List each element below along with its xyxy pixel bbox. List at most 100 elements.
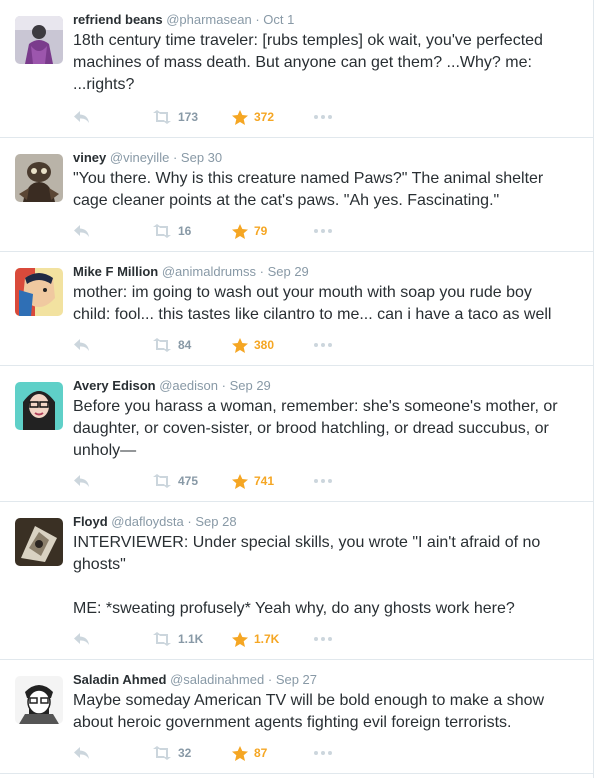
tweet[interactable]: Mike F Million @animaldrumss · Sep 29 mo…	[0, 252, 593, 366]
tweet-header: Saladin Ahmed @saladinahmed · Sep 27	[73, 671, 573, 689]
tweet[interactable]: Saladin Ahmed @saladinahmed · Sep 27 May…	[0, 660, 593, 774]
favorite-count: 372	[254, 110, 275, 124]
timestamp[interactable]: Sep 27	[276, 672, 317, 687]
fullname[interactable]: Saladin Ahmed	[73, 672, 166, 687]
reply-icon	[74, 225, 89, 237]
tweet-header: viney @vineyille · Sep 30	[73, 149, 573, 167]
avatar[interactable]	[15, 382, 63, 430]
avatar[interactable]	[15, 676, 63, 724]
timestamp[interactable]: Sep 29	[230, 378, 271, 393]
tweet-header: Mike F Million @animaldrumss · Sep 29	[73, 263, 573, 281]
retweet-icon	[153, 224, 171, 238]
favorite-button[interactable]: 79	[232, 223, 268, 239]
more-icon	[314, 343, 332, 347]
star-icon	[232, 223, 248, 239]
favorite-count: 1.7K	[254, 632, 280, 646]
tweet[interactable]: refriend beans @pharmasean · Oct 1 18th …	[0, 0, 593, 138]
fullname[interactable]: Mike F Million	[73, 264, 158, 279]
timeline: refriend beans @pharmasean · Oct 1 18th …	[0, 0, 594, 778]
reply-icon	[74, 111, 89, 123]
reply-button[interactable]	[73, 223, 93, 239]
avatar[interactable]	[15, 518, 63, 566]
tweet-text: "You there. Why is this creature named P…	[73, 168, 573, 212]
fullname[interactable]: viney	[73, 150, 106, 165]
retweet-button[interactable]: 84	[152, 338, 191, 352]
retweet-icon	[153, 746, 171, 760]
screenname[interactable]: @vineyille	[110, 150, 169, 165]
reply-icon	[74, 475, 89, 487]
avatar[interactable]	[15, 154, 63, 202]
tweet[interactable]: viney @vineyille · Sep 30 "You there. Wh…	[0, 138, 593, 252]
retweet-count: 1.1K	[178, 632, 204, 646]
reply-button[interactable]	[73, 631, 93, 647]
favorite-count: 79	[254, 224, 268, 238]
timestamp[interactable]: Sep 30	[181, 150, 222, 165]
screenname[interactable]: @pharmasean	[166, 12, 251, 27]
timestamp[interactable]: Sep 29	[268, 264, 309, 279]
separator-dot: ·	[221, 378, 226, 393]
tweet-text: Maybe someday American TV will be bold e…	[73, 690, 573, 734]
fullname[interactable]: Floyd	[73, 514, 108, 529]
tweet-paragraph: INTERVIEWER: Under special skills, you w…	[73, 534, 541, 573]
more-button[interactable]	[314, 115, 332, 119]
fullname[interactable]: Avery Edison	[73, 378, 156, 393]
avatar-icon	[15, 518, 63, 566]
more-button[interactable]	[314, 229, 332, 233]
star-icon	[232, 745, 248, 761]
tweet-actions: 32 87	[73, 743, 332, 763]
favorite-button[interactable]: 741	[232, 473, 274, 489]
screenname[interactable]: @aedison	[159, 378, 218, 393]
screenname[interactable]: @animaldrumss	[162, 264, 256, 279]
favorite-button[interactable]: 87	[232, 745, 268, 761]
retweet-button[interactable]: 173	[152, 110, 198, 124]
retweet-icon	[153, 338, 171, 352]
timestamp[interactable]: Oct 1	[263, 12, 294, 27]
separator-dot: ·	[187, 514, 192, 529]
tweet-paragraph: Maybe someday American TV will be bold e…	[73, 692, 545, 731]
more-button[interactable]	[314, 751, 332, 755]
tweet-paragraph: mother: im going to wash out your mouth …	[73, 284, 552, 323]
reply-button[interactable]	[73, 337, 93, 353]
favorite-button[interactable]: 380	[232, 337, 274, 353]
retweet-button[interactable]: 475	[152, 474, 198, 488]
separator-dot: ·	[267, 672, 273, 687]
separator-dot: ·	[259, 264, 264, 279]
avatar[interactable]	[15, 268, 63, 316]
retweet-icon	[153, 474, 171, 488]
reply-button[interactable]	[73, 109, 93, 125]
reply-button[interactable]	[73, 745, 93, 761]
more-button[interactable]	[314, 637, 332, 641]
retweet-icon	[153, 632, 171, 646]
screenname[interactable]: @dafloydsta	[111, 514, 183, 529]
retweet-button[interactable]: 1.1K	[152, 632, 203, 646]
favorite-button[interactable]: 1.7K	[232, 631, 280, 647]
favorite-count: 87	[254, 746, 268, 760]
reply-button[interactable]	[73, 473, 93, 489]
timestamp[interactable]: Sep 28	[195, 514, 236, 529]
tweet[interactable]: Floyd @dafloydsta · Sep 28 INTERVIEWER: …	[0, 502, 593, 660]
favorite-button[interactable]: 372	[232, 109, 275, 125]
more-icon	[314, 479, 332, 483]
avatar[interactable]	[15, 16, 63, 64]
more-button[interactable]	[314, 343, 332, 347]
separator-dot: ·	[255, 12, 260, 27]
more-button[interactable]	[314, 479, 332, 483]
tweet-header: Floyd @dafloydsta · Sep 28	[73, 513, 573, 531]
screenname[interactable]: @saladinahmed	[170, 672, 264, 687]
tweet-header: refriend beans @pharmasean · Oct 1	[73, 11, 573, 29]
avatar-icon	[15, 676, 63, 724]
retweet-button[interactable]: 32	[152, 746, 191, 760]
more-icon	[314, 751, 332, 755]
tweet-actions: 1.1K 1.7K	[73, 629, 332, 649]
retweet-count: 173	[178, 110, 199, 124]
retweet-button[interactable]: 16	[152, 224, 191, 238]
tweet[interactable]: Avery Edison @aedison · Sep 29 Before yo…	[0, 366, 593, 502]
more-icon	[314, 115, 332, 119]
tweet-actions: 84 380	[73, 335, 332, 355]
fullname[interactable]: refriend beans	[73, 12, 163, 27]
tweet-header: Avery Edison @aedison · Sep 29	[73, 377, 573, 395]
separator-dot: ·	[172, 150, 178, 165]
reply-icon	[74, 747, 89, 759]
avatar-icon	[15, 16, 63, 64]
star-icon	[232, 109, 248, 125]
